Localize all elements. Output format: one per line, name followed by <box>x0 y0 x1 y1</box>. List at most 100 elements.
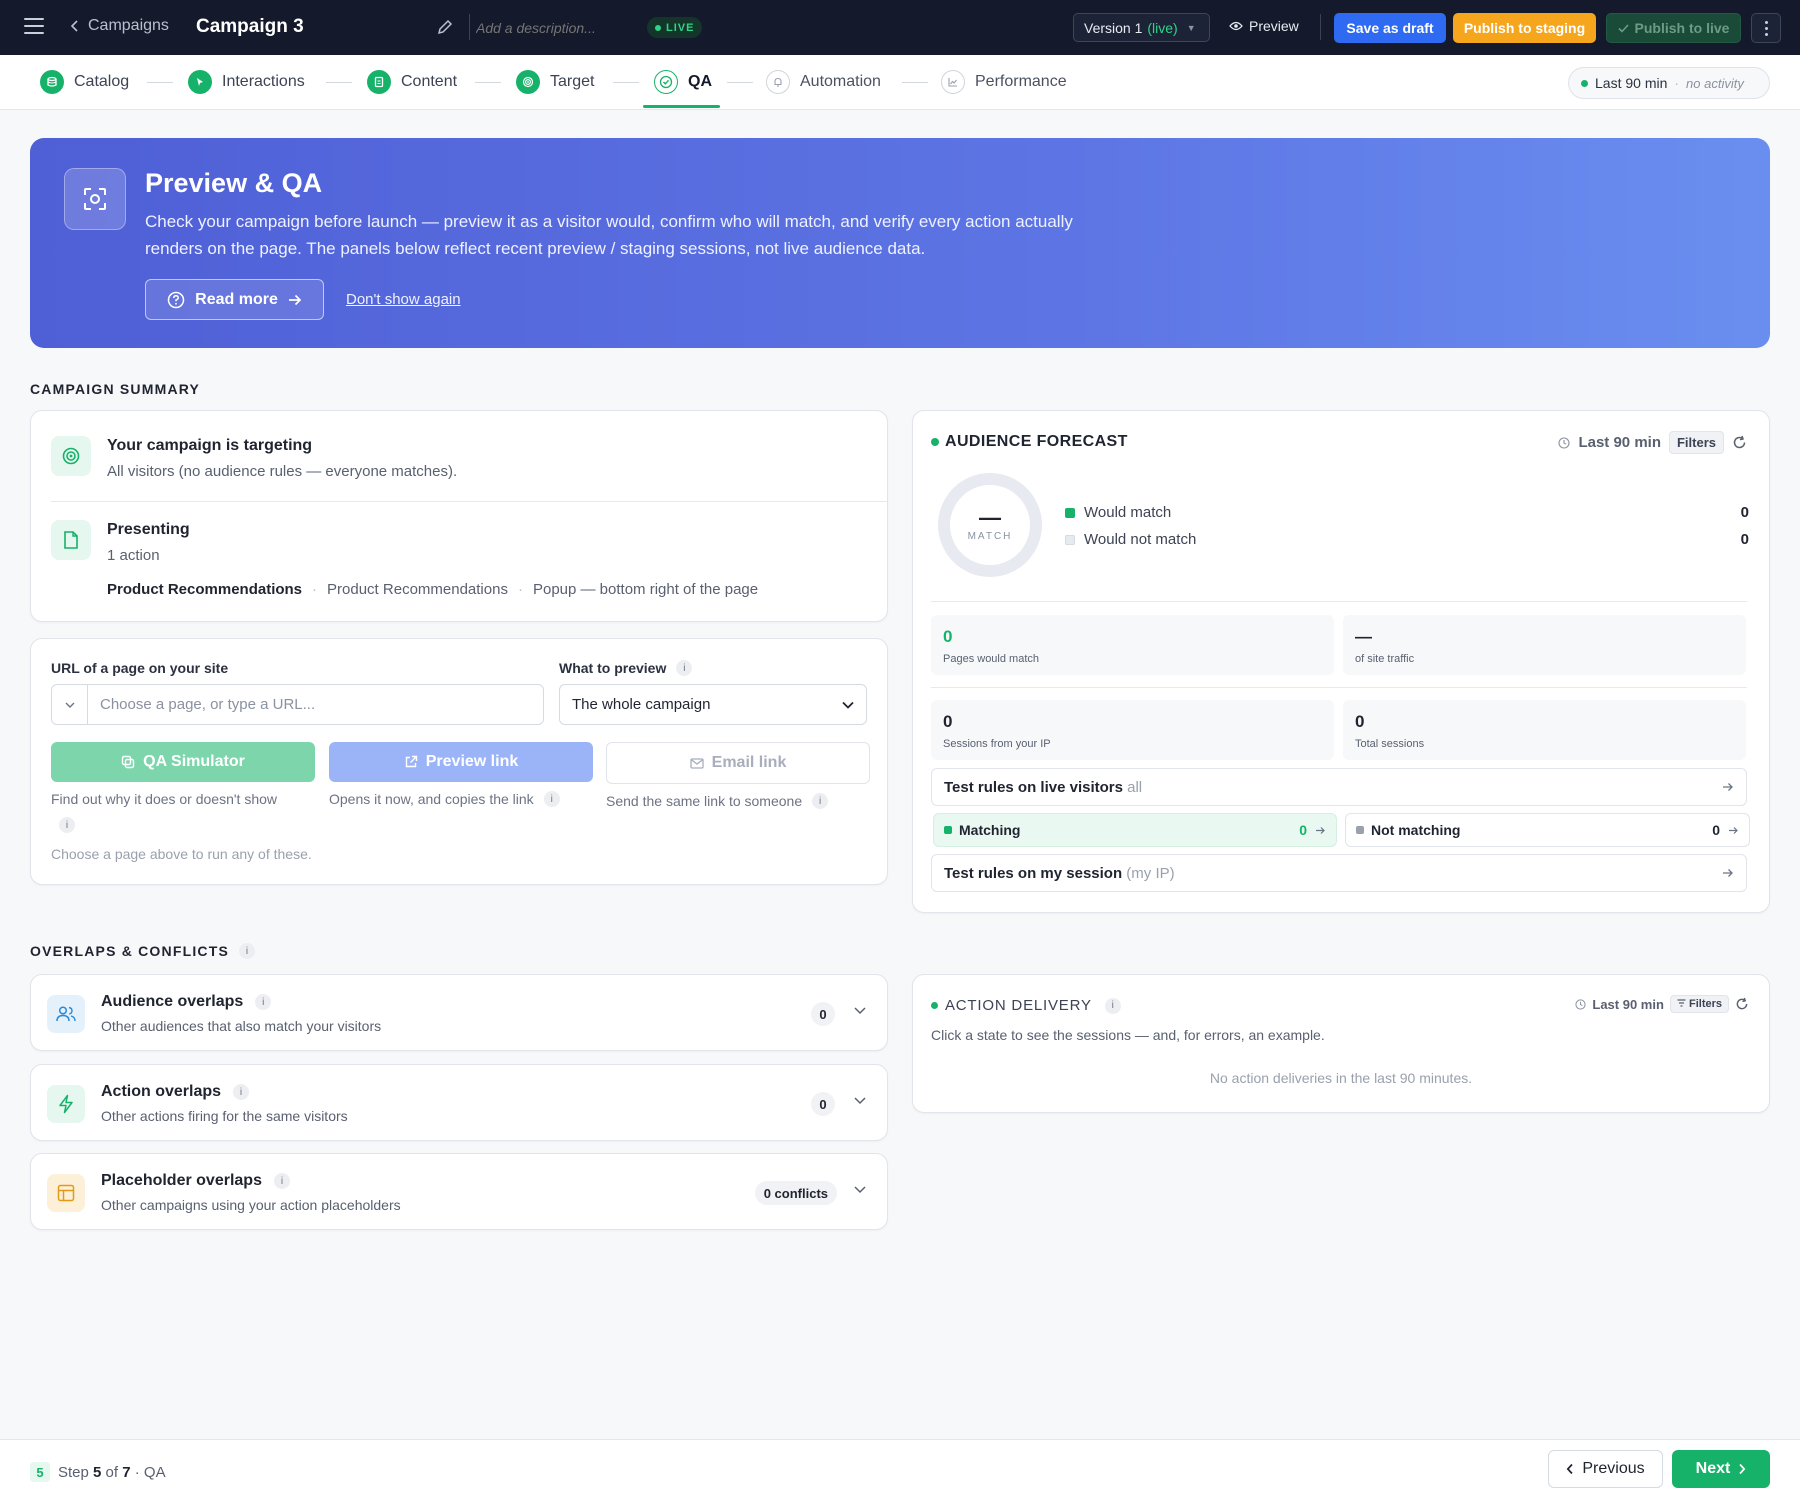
tab-automation[interactable]: Automation <box>766 67 881 97</box>
filters-button[interactable]: Filters <box>1669 995 1729 1013</box>
step-progress: 5 Step 5 of 7 · QA <box>30 1462 166 1482</box>
users-icon <box>47 995 85 1033</box>
overlaps-heading: OVERLAPS & CONFLICTS i <box>30 943 256 959</box>
chevron-down-icon[interactable] <box>52 685 88 724</box>
hamburger-icon[interactable] <box>24 18 44 36</box>
read-more-button[interactable]: Read more <box>145 279 324 320</box>
document-icon <box>51 520 91 560</box>
more-options-button[interactable] <box>1751 13 1781 43</box>
forecast-range-label: Last 90 min <box>1578 434 1661 451</box>
stat-value: — <box>1355 627 1372 646</box>
qa-simulator-description: Find out why it does or doesn't show <box>51 791 277 807</box>
choose-page-hint: Choose a page above to run any of these. <box>51 846 312 862</box>
donut-label: MATCH <box>967 530 1013 542</box>
action-delivery-description: Click a state to see the sessions — and,… <box>931 1027 1325 1043</box>
audience-overlaps-row[interactable]: Audience overlaps i Other audiences that… <box>30 974 888 1051</box>
chevron-down-icon[interactable] <box>853 1003 867 1017</box>
tab-catalog[interactable]: Catalog <box>40 67 129 97</box>
info-icon[interactable]: i <box>676 660 693 676</box>
step-connector <box>902 82 928 83</box>
time-range-pill[interactable]: Last 90 min · no activity <box>1568 67 1770 99</box>
matching-count: 0 <box>1299 822 1307 838</box>
info-icon[interactable]: i <box>273 1173 290 1189</box>
chevron-left-icon <box>1567 1463 1573 1475</box>
url-label-text: URL of a page on your site <box>51 660 229 676</box>
info-icon[interactable]: i <box>812 793 829 809</box>
preview-button[interactable]: Preview <box>1229 18 1299 34</box>
action-overlaps-row[interactable]: Action overlaps i Other actions firing f… <box>30 1064 888 1141</box>
donut-value: — <box>979 504 1001 530</box>
qa-desc-text: Find out why it does or doesn't show <box>51 791 278 807</box>
preview-panel-card: URL of a page on your site What to previ… <box>30 638 888 885</box>
total-steps: 7 <box>122 1463 131 1481</box>
tab-target[interactable]: Target <box>516 67 594 97</box>
tab-content[interactable]: Content <box>367 67 457 97</box>
url-field-label: URL of a page on your site <box>51 660 228 676</box>
chevron-down-icon[interactable] <box>853 1182 867 1196</box>
live-dot-icon <box>655 24 661 31</box>
chart-icon <box>941 70 965 94</box>
target-icon <box>516 70 540 94</box>
url-input[interactable] <box>88 685 543 724</box>
preview-link-button[interactable]: Preview link <box>329 742 593 782</box>
email-link-button[interactable]: Email link <box>606 742 870 784</box>
step-connector <box>147 82 173 83</box>
qa-simulator-label: QA Simulator <box>143 753 245 770</box>
info-icon[interactable]: i <box>233 1084 250 1100</box>
campaign-summary-heading: CAMPAIGN SUMMARY <box>30 381 201 397</box>
chevron-down-icon[interactable] <box>853 1093 867 1107</box>
stat-value: 0 <box>943 712 953 731</box>
what-to-preview-label: What to preview i <box>559 660 693 676</box>
version-label: Version 1 <box>1084 19 1143 36</box>
version-select[interactable]: Version 1 (live) ▼ <box>1073 13 1210 42</box>
description-input[interactable] <box>476 16 636 40</box>
filters-button[interactable]: Filters <box>1668 431 1724 454</box>
not-matching-label: Not matching <box>1371 822 1461 838</box>
database-icon <box>40 70 64 94</box>
audience-forecast-tools: Last 90 min Filters <box>1558 431 1747 454</box>
filter-icon <box>1677 999 1686 1007</box>
save-as-draft-button[interactable]: Save as draft <box>1334 13 1446 43</box>
help-circle-icon <box>167 291 185 308</box>
publish-live-label: Publish to live <box>1634 20 1730 36</box>
info-icon[interactable]: i <box>255 994 272 1010</box>
refresh-icon[interactable] <box>1735 997 1749 1011</box>
range-label: Last 90 min <box>1595 75 1668 91</box>
back-to-campaigns-link[interactable]: Campaigns <box>70 17 169 35</box>
matching-swatch <box>944 826 952 834</box>
version-status: (live) <box>1147 19 1178 36</box>
dont-show-again-link[interactable]: Don't show again <box>346 291 461 308</box>
qa-simulator-button[interactable]: QA Simulator <box>51 742 315 782</box>
tab-qa[interactable]: QA <box>654 67 712 97</box>
placeholder-overlaps-row[interactable]: Placeholder overlaps i Other campaigns u… <box>30 1153 888 1230</box>
tab-target-label: Target <box>550 73 595 90</box>
publish-to-staging-button[interactable]: Publish to staging <box>1453 13 1596 43</box>
tab-content-label: Content <box>401 73 458 90</box>
layout-icon <box>47 1174 85 1212</box>
test-rules-my-session-button[interactable]: Test rules on my session (my IP) <box>931 854 1747 892</box>
previous-button[interactable]: Previous <box>1548 1450 1663 1488</box>
tag-separator: · <box>517 581 523 598</box>
live-badge-label: LIVE <box>666 21 695 34</box>
test-rules-live-visitors-button[interactable]: Test rules on live visitors all <box>931 768 1747 806</box>
what-label-text: What to preview <box>559 660 667 676</box>
eye-icon <box>1229 21 1243 31</box>
info-icon[interactable]: i <box>1104 997 1121 1014</box>
what-to-preview-select[interactable]: The whole campaign <box>559 684 867 725</box>
range-status: no activity <box>1686 75 1744 91</box>
next-button[interactable]: Next <box>1672 1450 1770 1488</box>
info-icon[interactable]: i <box>59 817 75 833</box>
info-icon[interactable]: i <box>239 943 256 959</box>
info-icon[interactable]: i <box>543 791 560 807</box>
stat-site-traffic: — of site traffic <box>1343 615 1746 675</box>
pencil-icon[interactable] <box>436 18 454 36</box>
refresh-icon[interactable] <box>1732 435 1747 450</box>
tab-performance-label: Performance <box>975 73 1067 90</box>
not-matching-filter-button[interactable]: Not matching 0 <box>1345 813 1750 847</box>
tab-performance[interactable]: Performance <box>941 67 1067 97</box>
audience-overlaps-description: Other audiences that also match your vis… <box>101 1018 382 1034</box>
publish-to-live-button[interactable]: Publish to live <box>1606 13 1741 43</box>
tab-interactions[interactable]: Interactions <box>188 67 305 97</box>
matching-filter-button[interactable]: Matching 0 <box>933 813 1337 847</box>
targeting-title: Your campaign is targeting <box>107 437 313 454</box>
